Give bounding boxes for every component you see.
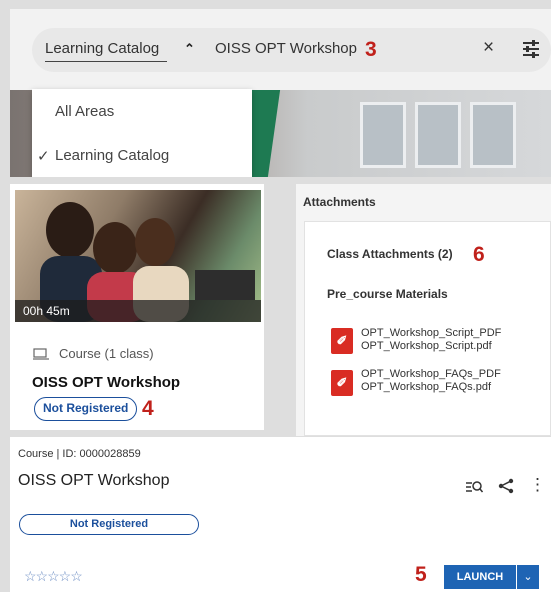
- attachment-group-title: Pre_course Materials: [327, 287, 448, 301]
- check-icon: ✓: [37, 148, 50, 165]
- scope-option-all-areas[interactable]: All Areas: [55, 103, 114, 120]
- rating-stars[interactable]: ☆☆☆☆☆: [24, 568, 83, 585]
- attachments-panel: Attachments Class Attachments (2) 6 Pre_…: [296, 184, 551, 436]
- launch-button[interactable]: LAUNCH: [444, 565, 516, 589]
- hero-window: [415, 102, 461, 168]
- course-card[interactable]: 00h 45m Course (1 class) OISS OPT Worksh…: [10, 184, 264, 430]
- hero-window: [360, 102, 406, 168]
- scope-select[interactable]: Learning Catalog: [45, 38, 168, 62]
- pdf-file-icon[interactable]: ✐: [331, 328, 353, 354]
- callout-6: 6: [473, 243, 485, 266]
- chevron-up-icon[interactable]: ⌃: [184, 41, 195, 57]
- filter-sliders-icon[interactable]: [521, 39, 541, 59]
- callout-3: 3: [365, 38, 377, 61]
- search-panel: Learning Catalog ⌃ OISS OPT Workshop × 3…: [10, 9, 551, 177]
- search-input[interactable]: OISS OPT Workshop: [215, 40, 357, 57]
- registration-status-badge: Not Registered: [34, 397, 138, 421]
- course-type-label: Course (1 class): [59, 346, 154, 361]
- course-detail-panel: Course | ID: 0000028859 OISS OPT Worksho…: [10, 437, 551, 592]
- hero-window: [470, 102, 516, 168]
- class-attachments-title: Class Attachments (2): [327, 247, 453, 261]
- registration-status-button[interactable]: Not Registered: [19, 514, 199, 535]
- search-list-icon[interactable]: [465, 480, 483, 494]
- attachments-card: Class Attachments (2) 6 Pre_course Mater…: [304, 221, 551, 436]
- search-bar: Learning Catalog ⌃ OISS OPT Workshop ×: [32, 28, 551, 72]
- course-thumbnail: 00h 45m: [15, 190, 261, 322]
- course-meta: Course | ID: 0000028859: [18, 448, 141, 460]
- attachment-filename: OPT_Workshop_Script.pdf: [361, 340, 492, 352]
- attachment-name[interactable]: OPT_Workshop_Script_PDF: [361, 327, 501, 339]
- share-icon[interactable]: [498, 478, 514, 494]
- attachment-filename: OPT_Workshop_FAQs.pdf: [361, 381, 492, 393]
- attachment-name[interactable]: OPT_Workshop_FAQs_PDF: [361, 368, 501, 380]
- duration-label: 00h 45m: [15, 300, 261, 322]
- attachments-header: Attachments: [303, 195, 376, 209]
- pdf-file-icon[interactable]: ✐: [331, 370, 353, 396]
- detail-title: OISS OPT Workshop: [18, 472, 170, 489]
- callout-4: 4: [142, 397, 154, 420]
- more-options-icon[interactable]: ⋮: [529, 475, 546, 495]
- callout-5: 5: [415, 563, 427, 586]
- course-title[interactable]: OISS OPT Workshop: [32, 374, 180, 391]
- course-type-icon: [33, 348, 49, 360]
- scope-option-learning-catalog[interactable]: Learning Catalog: [55, 147, 169, 164]
- scope-dropdown-menu: All Areas ✓ Learning Catalog: [32, 89, 252, 177]
- close-icon[interactable]: ×: [483, 37, 494, 59]
- chevron-down-icon[interactable]: ⌄: [517, 565, 539, 589]
